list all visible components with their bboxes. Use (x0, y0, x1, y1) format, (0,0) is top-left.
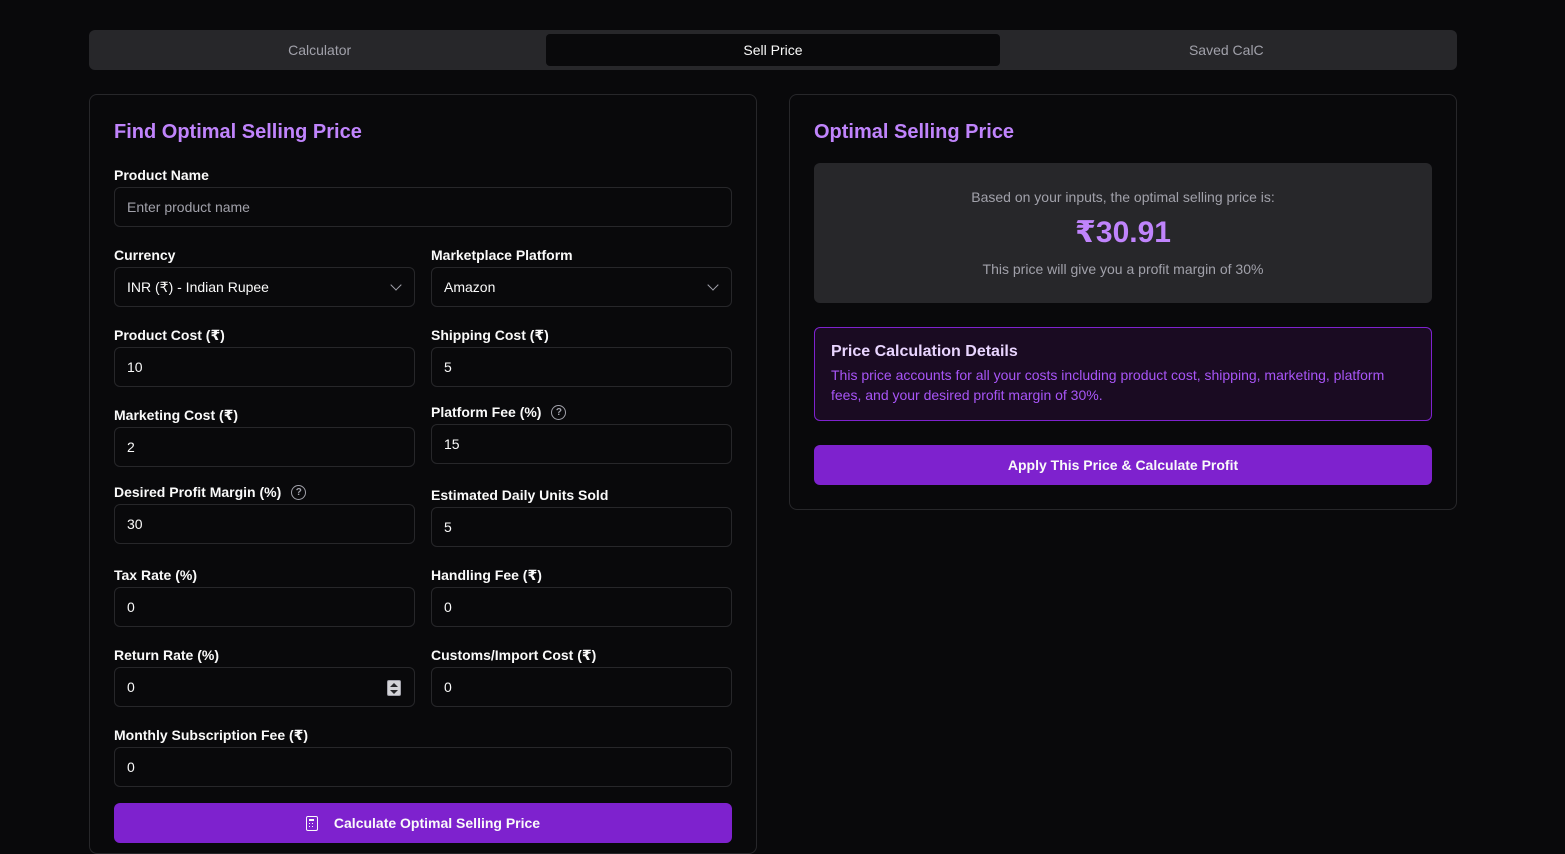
daily-units-input[interactable]: 5 (431, 507, 732, 547)
price-details-box: Price Calculation Details This price acc… (814, 327, 1432, 421)
result-card: Optimal Selling Price Based on your inpu… (789, 94, 1457, 510)
result-summary: Based on your inputs, the optimal sellin… (814, 163, 1432, 303)
product-name-input[interactable]: Enter product name (114, 187, 732, 227)
return-rate-label: Return Rate (%) (114, 647, 220, 663)
marketing-cost-input[interactable]: 2 (114, 427, 415, 467)
calculate-button[interactable]: Calculate Optimal Selling Price (114, 803, 732, 843)
currency-value: INR (₹) - Indian Rupee (127, 278, 269, 295)
currency-label: Currency (114, 247, 176, 263)
help-circle-icon[interactable]: ? (291, 484, 307, 500)
result-note: This price will give you a profit margin… (982, 261, 1264, 277)
tab-bar: Calculator Sell Price Saved CalC (89, 30, 1457, 70)
daily-units-label: Estimated Daily Units Sold (431, 487, 609, 503)
marketing-cost-label: Marketing Cost (₹) (114, 406, 239, 423)
customs-cost-input[interactable]: 0 (431, 667, 732, 707)
subscription-fee-label: Monthly Subscription Fee (₹) (114, 726, 309, 743)
result-intro: Based on your inputs, the optimal sellin… (971, 189, 1275, 205)
product-name-field: Product Name Enter product name (114, 165, 732, 227)
tax-rate-input[interactable]: 0 (114, 587, 415, 627)
number-spinner[interactable] (387, 680, 401, 696)
marketing-cost-field: Marketing Cost (₹) 2 (114, 405, 415, 467)
tax-rate-label: Tax Rate (%) (114, 567, 197, 583)
platform-fee-field: Platform Fee (%) ? 15 (431, 402, 732, 464)
currency-field: Currency INR (₹) - Indian Rupee (114, 245, 415, 307)
profit-margin-label-row: Desired Profit Margin (%) ? (114, 482, 415, 502)
product-cost-label: Product Cost (₹) (114, 326, 225, 343)
chevron-down-icon (707, 279, 719, 291)
platform-label: Marketplace Platform (431, 247, 573, 263)
product-cost-field: Product Cost (₹) 10 (114, 325, 415, 387)
selling-price-form-card: Find Optimal Selling Price Product Name … (89, 94, 757, 854)
customs-cost-field: Customs/Import Cost (₹) 0 (431, 645, 732, 707)
tab-saved-calc[interactable]: Saved CalC (1000, 34, 1453, 66)
product-name-label: Product Name (114, 167, 209, 183)
shipping-cost-label: Shipping Cost (₹) (431, 326, 549, 343)
shipping-cost-input[interactable]: 5 (431, 347, 732, 387)
return-rate-input[interactable]: 0 (114, 667, 415, 707)
arrow-down-icon[interactable] (390, 689, 398, 694)
help-circle-icon[interactable]: ? (551, 404, 567, 420)
arrow-up-icon[interactable] (390, 682, 398, 687)
return-rate-value: 0 (127, 679, 135, 695)
handling-fee-label: Handling Fee (₹) (431, 566, 542, 583)
handling-fee-input[interactable]: 0 (431, 587, 732, 627)
details-text: This price accounts for all your costs i… (831, 367, 1385, 403)
details-title: Price Calculation Details (831, 343, 1018, 360)
profit-margin-input[interactable]: 30 (114, 504, 415, 544)
subscription-fee-field: Monthly Subscription Fee (₹) 0 (114, 725, 732, 787)
calculate-button-label: Calculate Optimal Selling Price (333, 815, 541, 831)
product-cost-input[interactable]: 10 (114, 347, 415, 387)
apply-price-button[interactable]: Apply This Price & Calculate Profit (814, 445, 1432, 485)
handling-fee-field: Handling Fee (₹) 0 (431, 565, 732, 627)
profit-margin-field: Desired Profit Margin (%) ? 30 (114, 482, 415, 544)
profit-margin-label: Desired Profit Margin (%) (114, 484, 282, 500)
platform-select[interactable]: Amazon (431, 267, 732, 307)
daily-units-field: Estimated Daily Units Sold 5 (431, 485, 732, 547)
shipping-cost-field: Shipping Cost (₹) 5 (431, 325, 732, 387)
form-title: Find Optimal Selling Price (114, 121, 362, 143)
optimal-price: ₹30.91 (1075, 216, 1171, 249)
platform-field: Marketplace Platform Amazon (431, 245, 732, 307)
platform-fee-label: Platform Fee (%) (431, 404, 542, 420)
tab-calculator[interactable]: Calculator (93, 34, 546, 66)
subscription-fee-input[interactable]: 0 (114, 747, 732, 787)
calculator-icon (305, 815, 318, 831)
platform-value: Amazon (444, 279, 496, 295)
result-title: Optimal Selling Price (814, 121, 1015, 143)
chevron-down-icon (390, 279, 402, 291)
customs-cost-label: Customs/Import Cost (₹) (431, 646, 597, 663)
currency-select[interactable]: INR (₹) - Indian Rupee (114, 267, 415, 307)
platform-fee-input[interactable]: 15 (431, 424, 732, 464)
tab-sell-price[interactable]: Sell Price (546, 34, 1000, 66)
tax-rate-field: Tax Rate (%) 0 (114, 565, 415, 627)
platform-fee-label-row: Platform Fee (%) ? (431, 402, 732, 422)
return-rate-field: Return Rate (%) 0 (114, 645, 415, 707)
